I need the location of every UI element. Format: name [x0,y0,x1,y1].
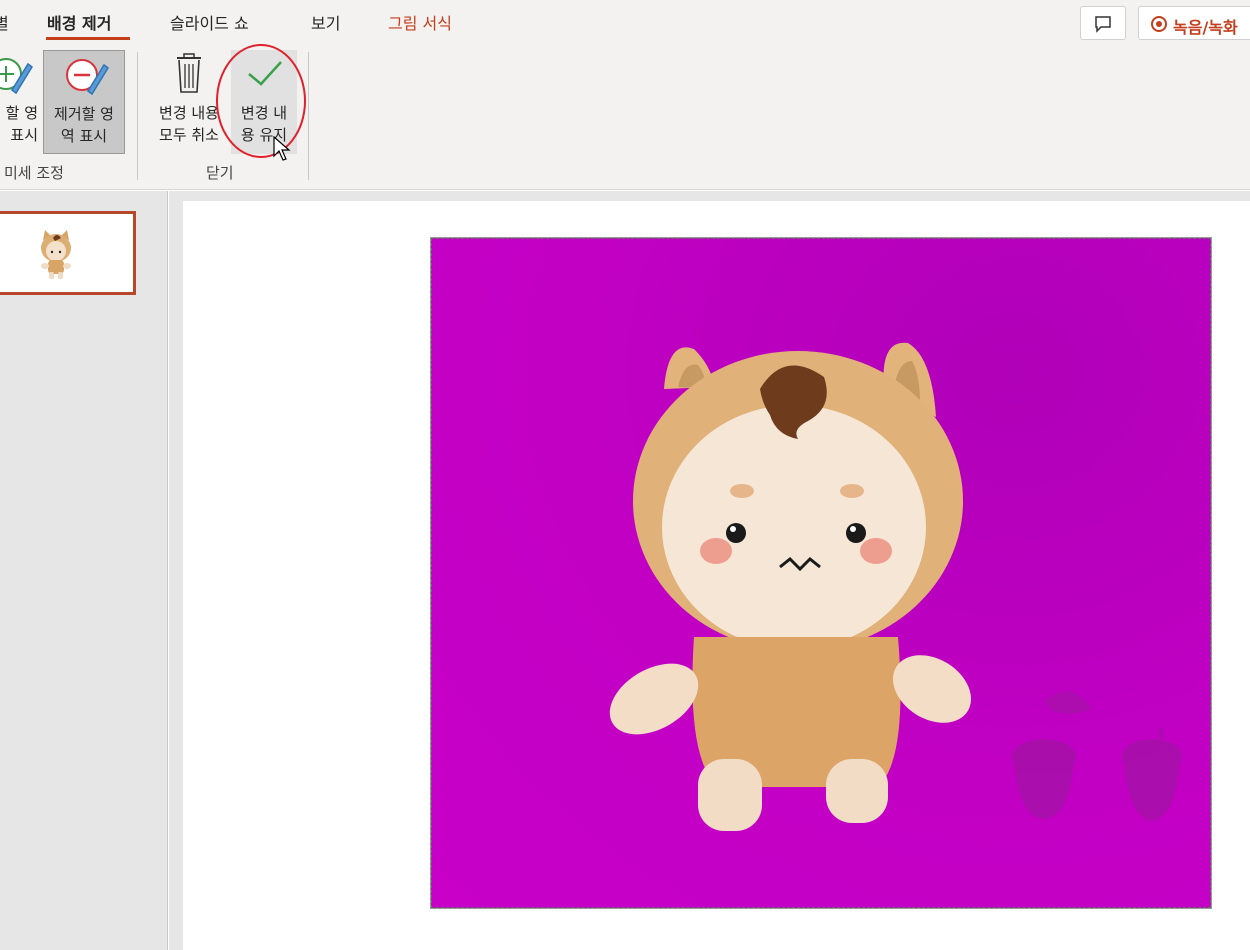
mark-areas-to-keep-button[interactable]: 할 영 표시 [0,50,42,150]
mouse-cursor-icon [273,136,291,161]
acorn-decoration-icon [1012,691,1182,821]
tab-picture-format[interactable]: 그림 서식 [388,10,452,34]
ribbon: 할 영 표시 제거할 영 역 표시 미세 조정 변경 내용 모두 취소 변경 내… [0,44,1250,190]
record-icon [1151,16,1167,32]
plush-doll [609,342,972,831]
tab-view[interactable]: 보기 [311,10,340,34]
slide-editing-area [169,191,1250,950]
mark-remove-label: 제거할 영 역 표시 [54,105,114,145]
ribbon-tab-bar: 별 배경 제거 슬라이드 쇼 보기 그림 서식 녹음/녹화 [0,0,1250,44]
group-separator [308,52,309,180]
mark-areas-to-remove-button[interactable]: 제거할 영 역 표시 [43,50,125,154]
active-tab-underline [46,37,130,40]
tab-background-removal[interactable]: 배경 제거 [47,10,111,34]
slide-canvas [183,201,1250,950]
record-label: 녹음/녹화 [1173,18,1238,37]
plush-doll-thumbnail-image [41,230,71,279]
tab-previous-partial[interactable]: 별 [0,10,9,34]
slide-thumbnail-pane [0,191,168,950]
refine-group-label: 미세 조정 [4,164,64,182]
close-group-label: 닫기 [206,164,234,182]
pencil-plus-icon [0,58,33,95]
trash-icon [177,53,201,93]
comment-icon [1095,16,1111,33]
mark-keep-label: 할 영 표시 [5,104,38,144]
tab-slideshow[interactable]: 슬라이드 쇼 [170,10,249,34]
background-removal-picture[interactable] [430,237,1212,909]
comments-button[interactable] [1080,6,1126,40]
annotation-highlight-circle [216,44,306,158]
record-button[interactable]: 녹음/녹화 [1138,6,1250,40]
plush-doll-image [609,342,1182,831]
pencil-minus-icon [66,59,109,96]
group-separator [137,52,138,180]
slide-thumbnail[interactable] [0,211,136,295]
